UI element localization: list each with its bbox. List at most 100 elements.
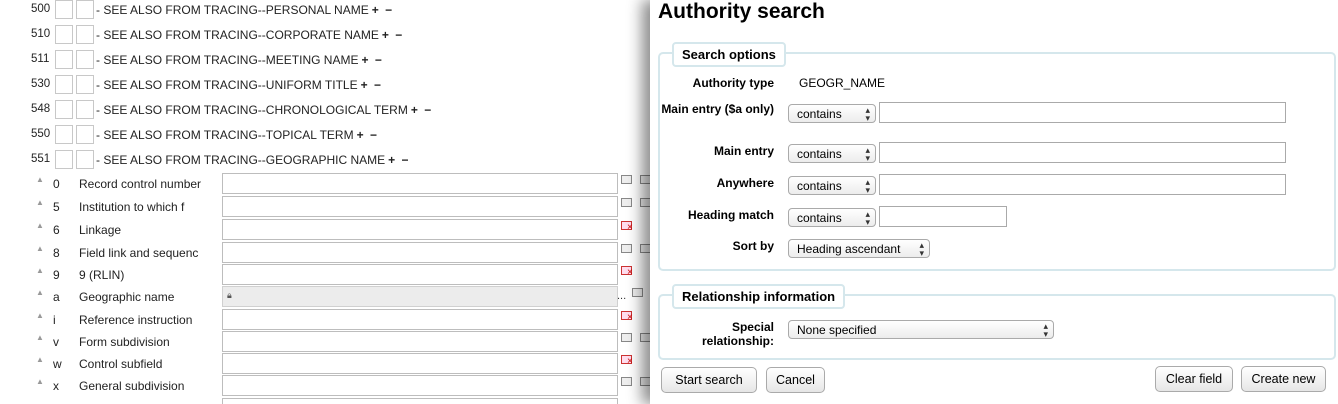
- heading-match-operator-select[interactable]: contains ▴ ▾: [788, 208, 876, 227]
- main-entry-a-input[interactable]: [879, 102, 1286, 123]
- indicator-1-input[interactable]: [55, 0, 73, 19]
- indicator-2-input[interactable]: [76, 150, 94, 169]
- indicator-2-input[interactable]: [76, 0, 94, 19]
- add-tag-button[interactable]: +: [382, 28, 389, 42]
- move-up-icon[interactable]: ▲: [36, 377, 44, 386]
- indicator-1-input[interactable]: [55, 75, 73, 94]
- subfield-label: Field link and sequenc: [79, 246, 199, 260]
- remove-tag-button[interactable]: −: [402, 153, 409, 167]
- tag-row-548: 548 - SEE ALSO FROM TRACING--CHRONOLOGIC…: [0, 100, 640, 122]
- authority-search-trigger[interactable]: ...: [617, 290, 626, 302]
- remove-tag-button[interactable]: −: [370, 128, 377, 142]
- marc-editor-background: 500 - SEE ALSO FROM TRACING--PERSONAL NA…: [0, 0, 650, 404]
- tag-description: - SEE ALSO FROM TRACING--UNIFORM TITLE + …: [96, 78, 381, 92]
- anywhere-operator-select[interactable]: contains ▴ ▾: [788, 176, 876, 195]
- add-tag-button[interactable]: +: [361, 53, 368, 67]
- remove-tag-button[interactable]: −: [375, 53, 382, 67]
- indicator-1-input[interactable]: [55, 50, 73, 69]
- subfield-label: Form subdivision: [79, 335, 170, 349]
- remove-tag-button[interactable]: −: [424, 103, 431, 117]
- subfield-input[interactable]: [222, 264, 618, 285]
- sort-by-value: Heading ascendant: [797, 242, 901, 256]
- main-entry-operator-select[interactable]: contains ▴ ▾: [788, 144, 876, 163]
- indicator-2-input[interactable]: [76, 100, 94, 119]
- main-entry-a-operator-select[interactable]: contains ▴ ▾: [788, 104, 876, 123]
- clone-subfield-icon[interactable]: [621, 175, 632, 184]
- add-tag-button[interactable]: +: [372, 3, 379, 17]
- subfield-input[interactable]: [222, 353, 618, 374]
- add-tag-button[interactable]: +: [388, 153, 395, 167]
- add-tag-button[interactable]: +: [361, 78, 368, 92]
- delete-subfield-icon[interactable]: [640, 333, 650, 342]
- subfield-input[interactable]: [222, 196, 618, 217]
- move-up-icon[interactable]: ▲: [36, 333, 44, 342]
- move-up-icon[interactable]: ▲: [36, 244, 44, 253]
- move-up-icon[interactable]: ▲: [36, 175, 44, 184]
- sort-by-label: Sort by: [732, 239, 774, 253]
- subfield-label: Geographic name: [79, 290, 175, 304]
- subfield-input[interactable]: [222, 219, 618, 240]
- subfield-input-readonly[interactable]: 🔒︎: [222, 286, 618, 307]
- move-up-icon[interactable]: ▲: [36, 221, 44, 230]
- subfield-input[interactable]: [222, 398, 618, 404]
- select-arrows-icon: ▴ ▾: [865, 209, 870, 227]
- subfield-input[interactable]: [222, 173, 618, 194]
- main-entry-input[interactable]: [879, 142, 1286, 163]
- indicator-2-input[interactable]: [76, 25, 94, 44]
- subfield-input[interactable]: [222, 375, 618, 396]
- delete-subfield-icon[interactable]: [621, 311, 633, 322]
- add-tag-button[interactable]: +: [357, 128, 364, 142]
- popup-title: Authority search: [658, 0, 825, 23]
- indicator-1-input[interactable]: [55, 25, 73, 44]
- move-up-icon[interactable]: ▲: [36, 288, 44, 297]
- subfield-row-i: ▲ i Reference instruction: [0, 309, 650, 331]
- clone-subfield-icon[interactable]: [621, 198, 632, 207]
- subfield-code: 9: [53, 268, 60, 282]
- special-relationship-select[interactable]: None specified ▴ ▾: [788, 320, 1054, 339]
- delete-subfield-icon[interactable]: [632, 288, 643, 297]
- cancel-button[interactable]: Cancel: [766, 367, 825, 393]
- subfield-row-9: ▲ 9 9 (RLIN): [0, 264, 650, 286]
- delete-subfield-icon[interactable]: [621, 221, 633, 232]
- heading-match-input[interactable]: [879, 206, 1007, 227]
- subfield-label: Control subfield: [79, 357, 163, 371]
- subfield-input[interactable]: [222, 242, 618, 263]
- tag-description-text: - SEE ALSO FROM TRACING--CORPORATE NAME: [96, 28, 379, 42]
- delete-subfield-icon[interactable]: [640, 198, 650, 207]
- start-search-button[interactable]: Start search: [661, 367, 757, 393]
- tag-description: - SEE ALSO FROM TRACING--PERSONAL NAME + …: [96, 3, 392, 17]
- add-tag-button[interactable]: +: [411, 103, 418, 117]
- remove-tag-button[interactable]: −: [374, 78, 381, 92]
- delete-subfield-icon[interactable]: [640, 377, 650, 386]
- indicator-1-input[interactable]: [55, 100, 73, 119]
- anywhere-input[interactable]: [879, 174, 1286, 195]
- create-new-button[interactable]: Create new: [1241, 366, 1326, 392]
- delete-subfield-icon[interactable]: [621, 266, 633, 277]
- clone-subfield-icon[interactable]: [621, 333, 632, 342]
- clone-subfield-icon[interactable]: [621, 244, 632, 253]
- sort-by-select[interactable]: Heading ascendant ▴ ▾: [788, 239, 930, 258]
- tag-number: 550: [31, 128, 51, 140]
- clone-subfield-icon[interactable]: [621, 377, 632, 386]
- move-up-icon[interactable]: ▲: [36, 266, 44, 275]
- subfield-code: 6: [53, 223, 60, 237]
- subfield-input[interactable]: [222, 331, 618, 352]
- delete-subfield-icon[interactable]: [621, 355, 633, 366]
- indicator-2-input[interactable]: [76, 75, 94, 94]
- subfield-label: Reference instruction: [79, 313, 193, 327]
- indicator-1-input[interactable]: [55, 125, 73, 144]
- select-arrows-icon: ▴ ▾: [865, 105, 870, 123]
- clear-field-button[interactable]: Clear field: [1155, 366, 1233, 392]
- subfield-row-partial: [0, 398, 650, 404]
- subfield-input[interactable]: [222, 309, 618, 330]
- indicator-1-input[interactable]: [55, 150, 73, 169]
- move-up-icon[interactable]: ▲: [36, 355, 44, 364]
- move-up-icon[interactable]: ▲: [36, 198, 44, 207]
- remove-tag-button[interactable]: −: [385, 3, 392, 17]
- remove-tag-button[interactable]: −: [395, 28, 402, 42]
- move-up-icon[interactable]: ▲: [36, 311, 44, 320]
- indicator-2-input[interactable]: [76, 50, 94, 69]
- tag-number: 551: [31, 153, 51, 165]
- subfield-label: Linkage: [79, 223, 122, 237]
- indicator-2-input[interactable]: [76, 125, 94, 144]
